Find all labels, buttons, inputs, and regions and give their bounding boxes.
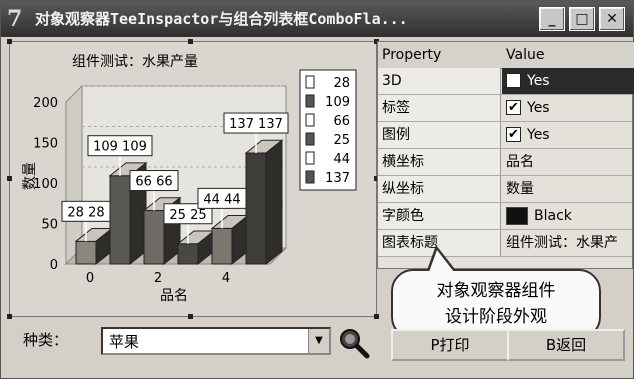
minimize-button[interactable]: _ bbox=[539, 7, 565, 31]
legend-swatch bbox=[305, 94, 315, 108]
x-tick-label: 0 bbox=[86, 271, 94, 286]
property-name: 字颜色 bbox=[378, 203, 501, 229]
color-swatch bbox=[506, 207, 528, 225]
data-label-text: 25 25 bbox=[169, 208, 206, 223]
data-label-text: 44 44 bbox=[203, 192, 240, 207]
resize-handle[interactable] bbox=[7, 314, 12, 319]
chart-legend: 28 109 66 25 44 137 bbox=[299, 69, 357, 191]
property-value-text: Yes bbox=[527, 127, 550, 143]
bar-front bbox=[143, 210, 165, 265]
y-tick-label: 50 bbox=[41, 218, 58, 233]
x-tick-label: 2 bbox=[154, 271, 162, 286]
bar-front bbox=[75, 240, 97, 265]
bar-side bbox=[265, 139, 283, 266]
property-value[interactable]: 数量 bbox=[502, 176, 634, 202]
window-title: 对象观察器TeeInspactor与组合列表框ComboFla... bbox=[35, 10, 408, 28]
bar-chart: 050100150200 28 28109 10966 6625 2544 44… bbox=[22, 54, 357, 304]
property-column-header: Property bbox=[378, 42, 503, 69]
chart-title: 组件测试：水果产量 bbox=[72, 54, 198, 70]
property-value[interactable]: 组件测试：水果产 bbox=[502, 230, 634, 256]
property-grid[interactable]: Property Value 3D ✔ Yes 标签 ✔ Yes 图例 ✔ Yes 横… bbox=[377, 41, 634, 269]
property-name: 3D bbox=[378, 68, 501, 94]
chevron-down-icon[interactable]: ▼ bbox=[308, 329, 329, 353]
maximize-button[interactable]: □ bbox=[569, 7, 595, 31]
callout-line-2: 设计阶段外观 bbox=[445, 307, 547, 327]
y-tick-label: 150 bbox=[33, 137, 58, 152]
data-label-text: 137 137 bbox=[229, 117, 283, 132]
data-label-text: 66 66 bbox=[135, 175, 172, 190]
legend-swatch bbox=[305, 132, 315, 146]
legend-swatch bbox=[305, 113, 315, 127]
bar-front bbox=[245, 152, 267, 265]
property-row-chart-title[interactable]: 图表标题 组件测试：水果产 bbox=[378, 230, 632, 257]
callout-line-1: 对象观察器组件 bbox=[436, 281, 556, 301]
legend-item: 44 bbox=[333, 152, 350, 167]
title-bar: 7 对象观察器TeeInspactor与组合列表框ComboFla... _ □… bbox=[1, 1, 633, 37]
category-label: 种类： bbox=[23, 331, 69, 349]
property-value[interactable]: ✔ Yes bbox=[502, 95, 634, 121]
resize-handle[interactable] bbox=[188, 314, 193, 319]
back-button[interactable]: B返回 bbox=[507, 329, 625, 361]
legend-item: 137 bbox=[325, 171, 350, 186]
chart-side-wall bbox=[65, 84, 83, 266]
resize-handle[interactable] bbox=[7, 39, 12, 44]
property-value[interactable]: ✔ Yes bbox=[502, 122, 634, 148]
x-tick-label: 4 bbox=[222, 271, 230, 286]
app-window: 7 对象观察器TeeInspactor与组合列表框ComboFla... _ □… bbox=[0, 0, 634, 379]
data-label-text: 109 109 bbox=[93, 140, 147, 155]
combobox-value: 苹果 bbox=[109, 333, 140, 351]
checkbox[interactable]: ✔ bbox=[506, 99, 521, 115]
y-tick-label: 0 bbox=[50, 258, 58, 273]
property-row-label[interactable]: 标签 ✔ Yes bbox=[378, 95, 632, 122]
magnifier-icon[interactable] bbox=[337, 327, 371, 359]
chart-panel[interactable]: 0 50 100 150 200 28 28 109 109 66 66 25 25 44 44… bbox=[7, 39, 379, 319]
data-label-text: 28 28 bbox=[67, 205, 104, 220]
property-value-text: Yes bbox=[527, 73, 550, 89]
bar bbox=[244, 139, 284, 266]
category-combobox[interactable]: 苹果 ▼ bbox=[101, 327, 331, 355]
app-icon: 7 bbox=[7, 6, 23, 32]
callout-pointer-fill bbox=[429, 250, 454, 272]
legend-swatch bbox=[305, 170, 315, 184]
checkbox[interactable]: ✔ bbox=[506, 72, 521, 88]
close-button[interactable]: ✕ bbox=[599, 7, 625, 31]
property-row-legend[interactable]: 图例 ✔ Yes bbox=[378, 122, 632, 149]
legend-item: 28 bbox=[333, 76, 350, 91]
property-name: 横坐标 bbox=[378, 149, 501, 175]
property-value[interactable]: ✔ Yes bbox=[502, 68, 634, 94]
y-axis-label: 数量 bbox=[22, 162, 38, 190]
property-row-y-axis[interactable]: 纵坐标 数量 bbox=[378, 176, 632, 203]
legend-swatch bbox=[305, 75, 315, 89]
property-name: 纵坐标 bbox=[378, 176, 501, 202]
legend-item: 109 bbox=[325, 95, 350, 110]
property-name: 标签 bbox=[378, 95, 501, 121]
property-name: 图例 bbox=[378, 122, 501, 148]
legend-item: 66 bbox=[333, 114, 350, 129]
property-row-3d[interactable]: 3D ✔ Yes bbox=[378, 68, 634, 95]
resize-handle[interactable] bbox=[7, 176, 12, 181]
print-button[interactable]: P打印 bbox=[391, 329, 509, 361]
bar-front bbox=[211, 227, 233, 265]
property-value[interactable]: Black bbox=[502, 203, 634, 229]
legend-swatch bbox=[305, 151, 315, 165]
property-value[interactable]: 品名 bbox=[502, 149, 634, 175]
bar-front bbox=[109, 175, 131, 265]
resize-handle[interactable] bbox=[188, 39, 193, 44]
value-column-header: Value bbox=[502, 42, 634, 69]
resize-handle[interactable] bbox=[374, 314, 379, 319]
property-value-text: Yes bbox=[527, 100, 550, 116]
bar-front bbox=[177, 243, 199, 265]
x-axis-label: 品名 bbox=[160, 288, 188, 304]
property-row-font-color[interactable]: 字颜色 Black bbox=[378, 203, 632, 230]
property-value-text: Black bbox=[534, 208, 572, 224]
legend-item: 25 bbox=[333, 133, 350, 148]
property-row-x-axis[interactable]: 横坐标 品名 bbox=[378, 149, 632, 176]
y-tick-label: 200 bbox=[33, 96, 58, 111]
checkbox[interactable]: ✔ bbox=[506, 126, 521, 142]
